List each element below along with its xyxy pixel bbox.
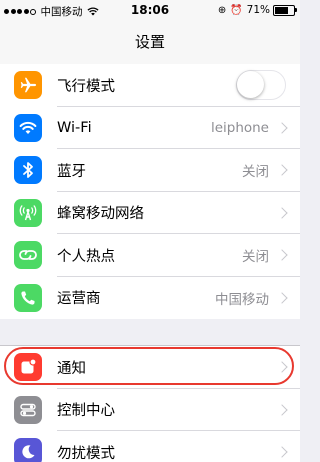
row-value: 关闭 xyxy=(242,164,269,181)
phone-icon xyxy=(14,283,42,312)
airplane-mode-toggle[interactable] xyxy=(236,70,286,101)
row-notifications[interactable]: 通知 xyxy=(0,346,300,389)
row-label: 蜂窝移动网络 xyxy=(57,206,144,223)
row-value: leiphone xyxy=(210,119,269,136)
row-carrier[interactable]: 运营商 中国移动 xyxy=(0,277,300,320)
row-personal-hotspot[interactable]: 个人热点 关闭 xyxy=(0,234,300,277)
row-label: 勿扰模式 xyxy=(57,445,115,462)
rotation-lock-icon: ⊕ xyxy=(217,4,227,16)
settings-screen: 中国移动 18:06 ⊕ ⏰ 71% 设置 飞行模式 Wi-Fi leiphon… xyxy=(0,0,300,462)
battery-percent: 71% xyxy=(246,4,270,16)
chevron-right-icon xyxy=(276,446,288,458)
moon-icon xyxy=(14,438,42,462)
toggle-knob xyxy=(237,71,264,99)
row-bluetooth[interactable]: 蓝牙 关闭 xyxy=(0,149,300,192)
bluetooth-icon xyxy=(14,156,42,185)
navigation-bar: 设置 xyxy=(0,20,300,65)
row-wifi[interactable]: Wi-Fi leiphone xyxy=(0,107,300,149)
chevron-right-icon xyxy=(276,207,288,219)
battery-level-fill xyxy=(275,6,288,14)
page-title: 设置 xyxy=(134,33,165,51)
row-control-center[interactable]: 控制中心 xyxy=(0,389,300,431)
row-label: 通知 xyxy=(57,360,86,377)
row-label: Wi-Fi xyxy=(57,119,92,136)
row-do-not-disturb[interactable]: 勿扰模式 xyxy=(0,431,300,462)
chevron-right-icon xyxy=(276,122,288,134)
chevron-right-icon xyxy=(276,292,288,304)
notifications-icon xyxy=(14,353,42,382)
status-right: ⊕ ⏰ 71% xyxy=(217,4,297,16)
row-value: 关闭 xyxy=(242,249,269,266)
row-label: 控制中心 xyxy=(57,403,115,420)
airplane-icon xyxy=(14,71,42,100)
chevron-right-icon xyxy=(276,361,288,373)
settings-group-notifications: 通知 控制中心 勿扰模式 xyxy=(0,345,300,462)
hotspot-chain-icon xyxy=(14,241,42,270)
control-center-icon xyxy=(14,395,42,424)
chevron-right-icon xyxy=(276,404,288,416)
row-label: 运营商 xyxy=(57,291,101,308)
row-airplane-mode[interactable]: 飞行模式 xyxy=(0,64,300,107)
battery-icon xyxy=(273,4,297,16)
row-value: 中国移动 xyxy=(215,291,269,308)
row-label: 飞行模式 xyxy=(57,78,115,95)
row-label: 蓝牙 xyxy=(57,163,86,180)
wifi-icon xyxy=(14,113,42,142)
status-bar: 中国移动 18:06 ⊕ ⏰ 71% xyxy=(0,0,300,20)
alarm-icon: ⏰ xyxy=(230,4,243,16)
chevron-right-icon xyxy=(276,164,288,176)
row-cellular[interactable]: 蜂窝移动网络 xyxy=(0,192,300,234)
settings-group-connectivity: 飞行模式 Wi-Fi leiphone 蓝牙 关闭 蜂窝移动网络 个人热点 关闭… xyxy=(0,64,300,319)
chevron-right-icon xyxy=(276,249,288,261)
cellular-antenna-icon xyxy=(14,198,42,227)
row-label: 个人热点 xyxy=(57,248,115,265)
